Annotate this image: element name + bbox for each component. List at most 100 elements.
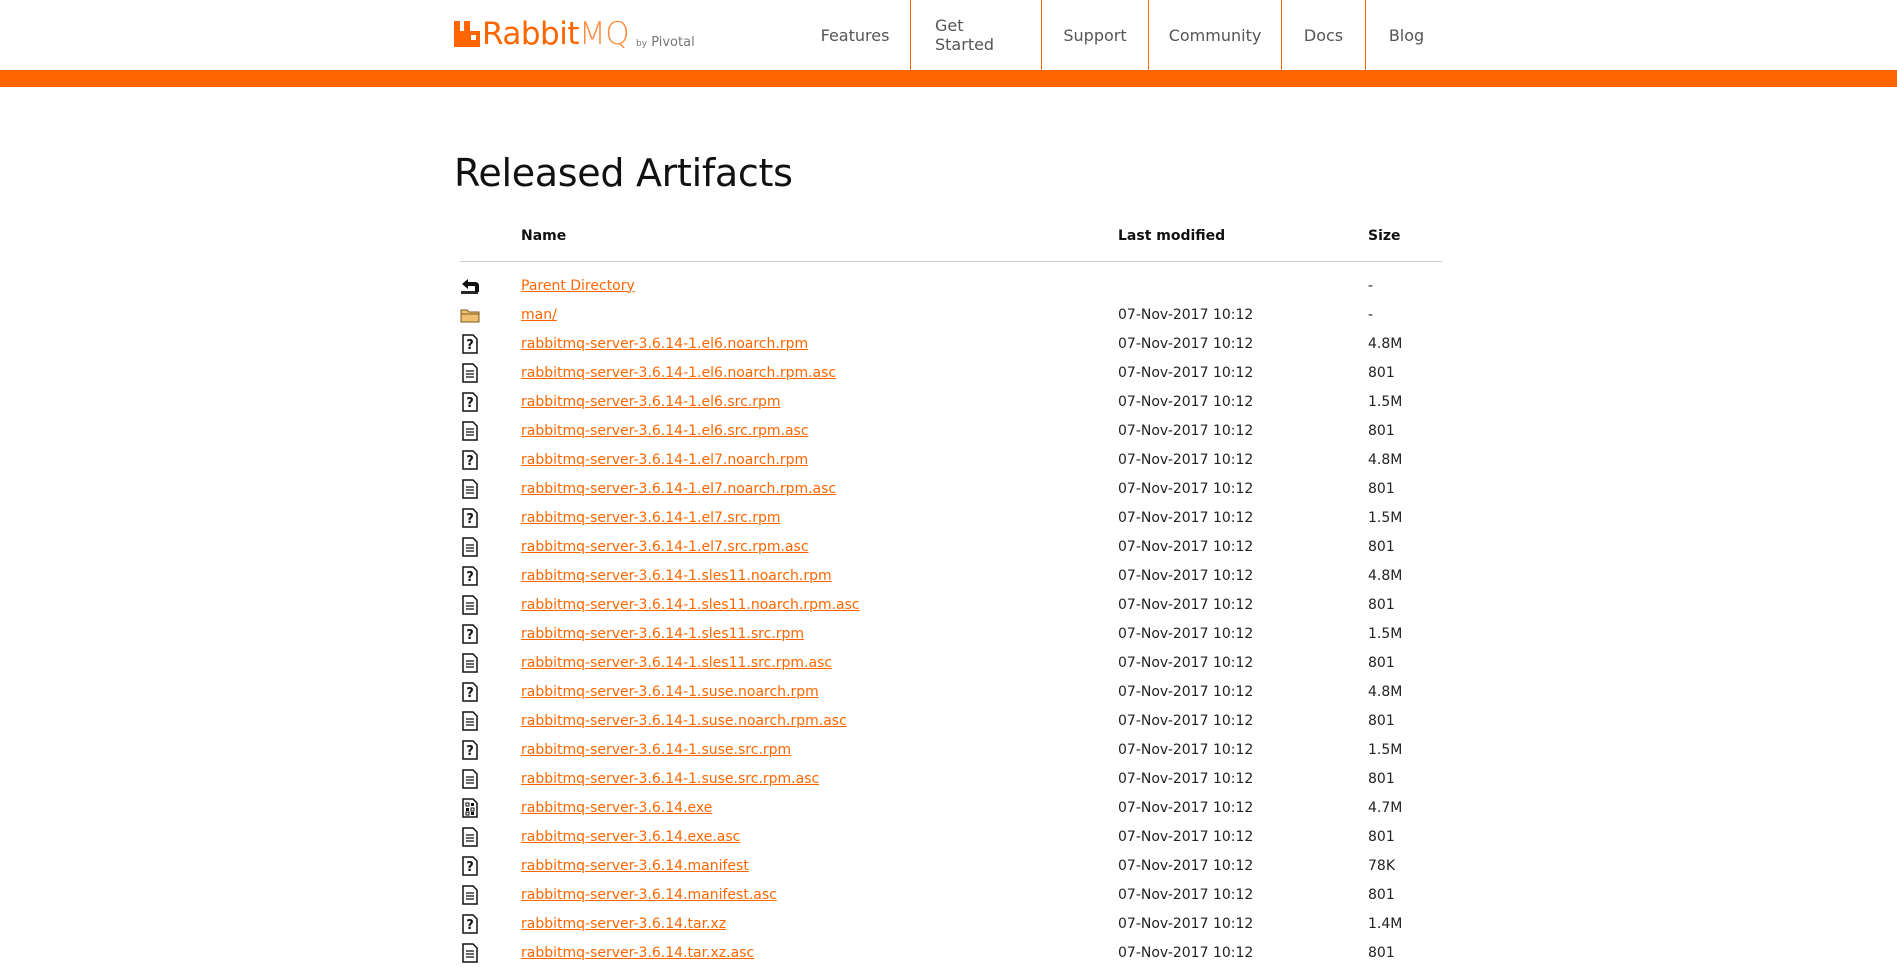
icon-cell: ?	[460, 851, 521, 880]
table-row: ? rabbitmq-server-3.6.14.manifest 07-Nov-2…	[460, 851, 1442, 880]
file-link[interactable]: rabbitmq-server-3.6.14-1.el6.src.rpm	[521, 394, 781, 410]
icon-cell	[460, 764, 521, 793]
text-file-icon	[460, 710, 480, 731]
last-modified-cell: 07-Nov-2017 10:12	[1118, 451, 1254, 468]
name-cell: rabbitmq-server-3.6.14-1.el7.noarch.rpm.…	[521, 474, 1118, 503]
file-link[interactable]: rabbitmq-server-3.6.14-1.sles11.noarch.r…	[521, 568, 832, 584]
size-cell: 4.8M	[1368, 451, 1403, 468]
file-link[interactable]: rabbitmq-server-3.6.14-1.el6.src.rpm.asc	[521, 423, 809, 439]
icon-cell: ?	[460, 619, 521, 648]
icon-cell: ?	[460, 909, 521, 938]
name-column-header[interactable]: Name	[521, 215, 1118, 257]
file-link[interactable]: rabbitmq-server-3.6.14-1.sles11.src.rpm	[521, 626, 804, 642]
nav-blog[interactable]: Blog	[1365, 0, 1447, 70]
last-modified-cell: 07-Nov-2017 10:12	[1118, 712, 1254, 729]
logo-vendor-text: Pivotal	[651, 35, 695, 50]
nav-features[interactable]: Features	[800, 0, 910, 70]
icon-cell	[460, 706, 521, 735]
last-modified-cell: 07-Nov-2017 10:12	[1118, 538, 1254, 555]
table-row: ? rabbitmq-server-3.6.14-1.sles11.src.rpm…	[460, 619, 1442, 648]
header-accent-bar	[0, 70, 1897, 87]
last-modified-cell: 07-Nov-2017 10:12	[1118, 770, 1254, 787]
icon-cell	[460, 880, 521, 909]
nav-community[interactable]: Community	[1148, 0, 1281, 70]
file-link[interactable]: rabbitmq-server-3.6.14-1.el6.noarch.rpm	[521, 336, 808, 352]
file-link[interactable]: rabbitmq-server-3.6.14-1.suse.src.rpm	[521, 742, 791, 758]
icon-cell	[460, 271, 521, 300]
table-row: ? rabbitmq-server-3.6.14-1.el6.src.rpm 07-…	[460, 387, 1442, 416]
parent-directory-link[interactable]: Parent Directory	[521, 278, 635, 294]
text-file-icon	[460, 768, 480, 789]
table-row: rabbitmq-server-3.6.14-1.sles11.src.rpm.…	[460, 648, 1442, 677]
size-cell: 801	[1368, 712, 1395, 729]
icon-cell: ?	[460, 677, 521, 706]
modified-column-header[interactable]: Last modified	[1118, 215, 1368, 257]
folder-icon	[460, 305, 480, 325]
file-link[interactable]: rabbitmq-server-3.6.14.tar.xz.asc	[521, 945, 754, 961]
name-cell: rabbitmq-server-3.6.14.tar.xz.asc	[521, 938, 1118, 967]
file-link[interactable]: rabbitmq-server-3.6.14.exe.asc	[521, 829, 740, 845]
icon-cell	[460, 474, 521, 503]
nav-docs[interactable]: Docs	[1281, 0, 1365, 70]
svg-text:?: ?	[466, 396, 474, 411]
file-link[interactable]: rabbitmq-server-3.6.14-1.el7.src.rpm	[521, 510, 781, 526]
table-row: rabbitmq-server-3.6.14-1.sles11.noarch.r…	[460, 590, 1442, 619]
unknown-file-icon: ?	[460, 913, 480, 934]
icon-cell: ?	[460, 329, 521, 358]
name-cell: rabbitmq-server-3.6.14-1.el7.noarch.rpm	[521, 445, 1118, 474]
file-link[interactable]: rabbitmq-server-3.6.14-1.sles11.src.rpm.…	[521, 655, 832, 671]
unknown-file-icon: ?	[460, 681, 480, 702]
text-file-icon	[460, 420, 480, 441]
size-column-header[interactable]: Size	[1368, 215, 1442, 257]
file-link[interactable]: rabbitmq-server-3.6.14.tar.xz	[521, 916, 726, 932]
nav-get-started[interactable]: Get Started	[910, 0, 1041, 70]
name-cell: rabbitmq-server-3.6.14.tar.xz	[521, 909, 1118, 938]
unknown-file-icon: ?	[460, 449, 480, 470]
file-link[interactable]: rabbitmq-server-3.6.14-1.el7.noarch.rpm	[521, 452, 808, 468]
file-link[interactable]: rabbitmq-server-3.6.14.exe	[521, 800, 712, 816]
size-cell: 801	[1368, 770, 1395, 787]
last-modified-cell: 07-Nov-2017 10:12	[1118, 625, 1254, 642]
text-file-icon	[460, 536, 480, 557]
file-link[interactable]: rabbitmq-server-3.6.14-1.suse.src.rpm.as…	[521, 771, 819, 787]
size-cell: -	[1368, 306, 1374, 323]
text-file-icon	[460, 884, 480, 905]
last-modified-cell: 07-Nov-2017 10:12	[1118, 567, 1254, 584]
icon-column-header	[460, 215, 521, 257]
icon-cell	[460, 416, 521, 445]
logo-rabbit-text: Rabbit	[482, 16, 579, 52]
file-link[interactable]: man/	[521, 307, 557, 323]
unknown-file-icon: ?	[460, 507, 480, 528]
last-modified-cell: 07-Nov-2017 10:12	[1118, 422, 1254, 439]
last-modified-cell: 07-Nov-2017 10:12	[1118, 306, 1254, 323]
back-icon	[460, 276, 480, 296]
last-modified-cell: 07-Nov-2017 10:12	[1118, 364, 1254, 381]
table-row: rabbitmq-server-3.6.14-1.el6.noarch.rpm.…	[460, 358, 1442, 387]
file-link[interactable]: rabbitmq-server-3.6.14-1.el7.noarch.rpm.…	[521, 481, 836, 497]
table-row: ? rabbitmq-server-3.6.14-1.el7.src.rpm 07-…	[460, 503, 1442, 532]
name-cell: rabbitmq-server-3.6.14.exe.asc	[521, 822, 1118, 851]
text-file-icon	[460, 652, 480, 673]
logo-mq-text: MQ	[578, 16, 630, 52]
size-cell: 801	[1368, 422, 1395, 439]
last-modified-cell: 07-Nov-2017 10:12	[1118, 596, 1254, 613]
name-cell: rabbitmq-server-3.6.14-1.sles11.noarch.r…	[521, 590, 1118, 619]
table-row: rabbitmq-server-3.6.14.exe.asc 07-Nov-201…	[460, 822, 1442, 851]
file-link[interactable]: rabbitmq-server-3.6.14-1.suse.noarch.rpm…	[521, 713, 847, 729]
table-row: ? rabbitmq-server-3.6.14-1.el7.noarch.rpm…	[460, 445, 1442, 474]
file-link[interactable]: rabbitmq-server-3.6.14.manifest.asc	[521, 887, 777, 903]
site-header: RabbitMQ by Pivotal Features Get Started…	[0, 0, 1897, 70]
file-link[interactable]: rabbitmq-server-3.6.14-1.el7.src.rpm.asc	[521, 539, 809, 555]
file-link[interactable]: rabbitmq-server-3.6.14-1.suse.noarch.rpm	[521, 684, 819, 700]
file-link[interactable]: rabbitmq-server-3.6.14.manifest	[521, 858, 749, 874]
table-row: ? rabbitmq-server-3.6.14-1.suse.noarch.rp…	[460, 677, 1442, 706]
last-modified-cell: 07-Nov-2017 10:12	[1118, 799, 1254, 816]
file-link[interactable]: rabbitmq-server-3.6.14-1.el6.noarch.rpm.…	[521, 365, 836, 381]
file-link[interactable]: rabbitmq-server-3.6.14-1.sles11.noarch.r…	[521, 597, 860, 613]
nav-support[interactable]: Support	[1041, 0, 1148, 70]
table-row: ? rabbitmq-server-3.6.14-1.el6.noarch.rpm…	[460, 329, 1442, 358]
table-row: Parent Directory -	[460, 271, 1442, 300]
table-row: rabbitmq-server-3.6.14-1.el7.src.rpm.asc…	[460, 532, 1442, 561]
svg-text:?: ?	[466, 628, 474, 643]
table-row: rabbitmq-server-3.6.14.manifest.asc 07-No…	[460, 880, 1442, 909]
